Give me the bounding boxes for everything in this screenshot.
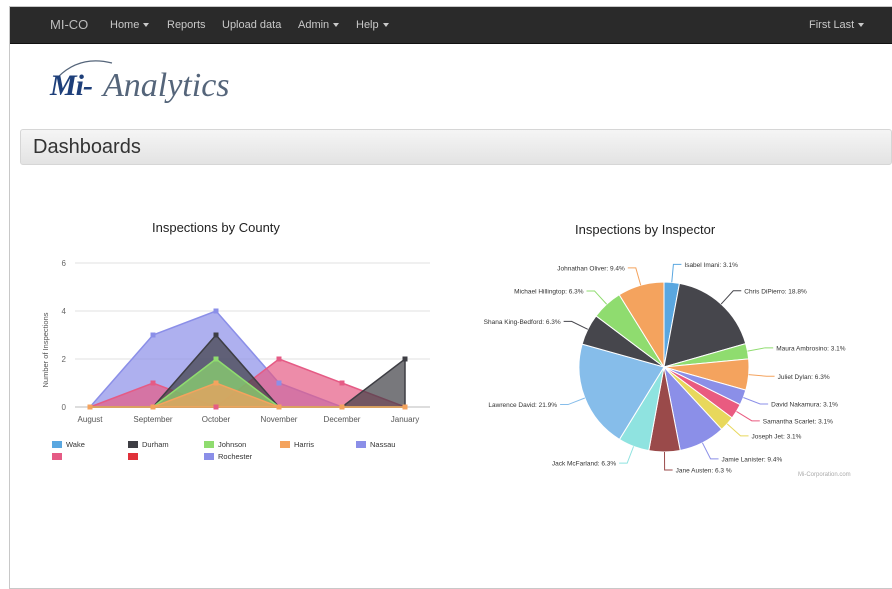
page-header: Dashboards [20, 129, 892, 165]
pie-slice-label: Michael Hillingtop: 6.3% [514, 288, 584, 295]
data-point[interactable] [213, 308, 219, 314]
nav-home-label: Home [110, 19, 140, 31]
pie-leader-line [726, 423, 749, 437]
nav-help[interactable]: Help [356, 7, 389, 43]
logo-analytics-text: Analytics [103, 67, 230, 104]
legend-label: Wake [66, 440, 85, 449]
pie-slice-label: Johnathan Oliver: 9.4% [557, 265, 625, 272]
pie-slice-label: Lawrence David: 21.9% [488, 402, 557, 409]
pie-slice-label: Joseph Jet: 3.1% [752, 433, 802, 440]
x-tick-label: August [78, 415, 104, 424]
legend-label: Harris [294, 440, 314, 449]
data-point[interactable] [87, 404, 93, 410]
inspector-chart-title: Inspections by Inspector [575, 222, 716, 237]
pie-leader-line [563, 320, 589, 330]
data-point[interactable] [213, 356, 219, 362]
pie-slice-label: Juliet Dylan: 6.3% [778, 374, 830, 381]
legend-swatch [204, 441, 214, 448]
data-point[interactable] [276, 404, 282, 410]
chevron-down-icon [858, 23, 865, 28]
pie-leader-line [664, 451, 673, 471]
pie-slice-label: Jack McFarland: 6.3% [552, 461, 617, 468]
pie-slice-label: Isabel Imani: 3.1% [684, 262, 738, 269]
nav-upload-data[interactable]: Upload data [222, 7, 281, 43]
y-tick-label: 6 [62, 259, 67, 268]
chevron-down-icon [333, 23, 340, 28]
nav-help-label: Help [356, 19, 379, 31]
watermark: Mi-Corporation.com [798, 472, 851, 478]
data-point[interactable] [276, 380, 282, 386]
y-tick-label: 4 [62, 307, 67, 316]
data-point[interactable] [213, 332, 219, 338]
pie-slice-label: Jane Austen: 6.3 % [676, 467, 732, 474]
legend-label: Rochester [218, 452, 253, 461]
y-axis-label: Number of Inspections [41, 312, 50, 387]
pie-leader-line [736, 411, 760, 422]
y-tick-label: 0 [62, 403, 67, 412]
logo-mi-text: Mi- [50, 69, 93, 102]
county-chart-legend: Wake Durham Johnson Harris Nassau Rochester [52, 437, 452, 465]
x-tick-label: September [133, 415, 172, 424]
brand-link[interactable]: MI-CO [50, 7, 88, 43]
pie-leader-line [619, 446, 635, 464]
data-point[interactable] [339, 404, 345, 410]
x-tick-label: October [202, 415, 231, 424]
legend-swatch [204, 453, 214, 460]
top-navbar: MI-CO Home Reports Upload data Admin Hel… [10, 7, 892, 44]
pie-leader-line [747, 347, 774, 352]
pie-slice-label: Maura Ambrosino: 3.1% [776, 345, 846, 352]
data-point[interactable] [150, 332, 156, 338]
legend-swatch [128, 441, 138, 448]
y-tick-label: 2 [62, 355, 67, 364]
user-name: First Last [809, 19, 855, 31]
legend-swatch [52, 441, 62, 448]
pie-slice-label: Jamie Lanister: 9.4% [722, 456, 783, 463]
pie-slice-label: Chris DiPierro: 18.8% [744, 288, 807, 295]
pie-leader-line [701, 442, 719, 460]
x-tick-label: December [324, 415, 361, 424]
data-point[interactable] [213, 380, 219, 386]
legend-label: Durham [142, 440, 169, 449]
legend-swatch [280, 441, 290, 448]
nav-admin[interactable]: Admin [298, 7, 340, 43]
data-point[interactable] [402, 356, 408, 362]
chevron-down-icon [382, 23, 389, 28]
pie-leader-line [671, 263, 682, 283]
chevron-down-icon [143, 23, 150, 28]
page-title: Dashboards [33, 136, 141, 158]
legend-label: Johnson [218, 440, 247, 449]
nav-reports[interactable]: Reports [167, 7, 206, 43]
x-tick-label: November [261, 415, 298, 424]
pie-slice-label: Shana King-Bedford: 6.3% [484, 319, 561, 326]
app-window: MI-CO Home Reports Upload data Admin Hel… [9, 6, 892, 589]
pie-leader-line [627, 267, 642, 286]
pie-leader-line [560, 397, 586, 406]
x-tick-label: January [391, 415, 419, 424]
data-point[interactable] [213, 404, 219, 410]
nav-admin-label: Admin [298, 19, 330, 31]
data-point[interactable] [276, 356, 282, 362]
pie-leader-line [743, 397, 769, 405]
legend-label: Nassau [370, 440, 396, 449]
inspector-pie-chart: Isabel Imani: 3.1% Chris DiPierro: 18.8% M… [484, 262, 846, 475]
pie-leader-line [748, 374, 775, 377]
legend-swatch [356, 441, 366, 448]
pie-slice-label: Samantha Scarlet: 3.1% [763, 418, 833, 425]
pie-slice-label: David Nakamura: 3.1% [771, 401, 838, 408]
data-point[interactable] [150, 380, 156, 386]
county-area-chart: August September October November December Ja… [41, 259, 430, 424]
pie-leader-line [720, 290, 742, 305]
legend-swatch [52, 453, 62, 460]
pie-leader-line [586, 290, 608, 305]
data-point[interactable] [339, 380, 345, 386]
nav-home[interactable]: Home [110, 7, 150, 43]
data-point[interactable] [402, 404, 408, 410]
legend-swatch [128, 453, 138, 460]
data-point[interactable] [150, 404, 156, 410]
user-menu[interactable]: First Last [809, 7, 865, 43]
county-chart-title: Inspections by County [152, 220, 280, 235]
